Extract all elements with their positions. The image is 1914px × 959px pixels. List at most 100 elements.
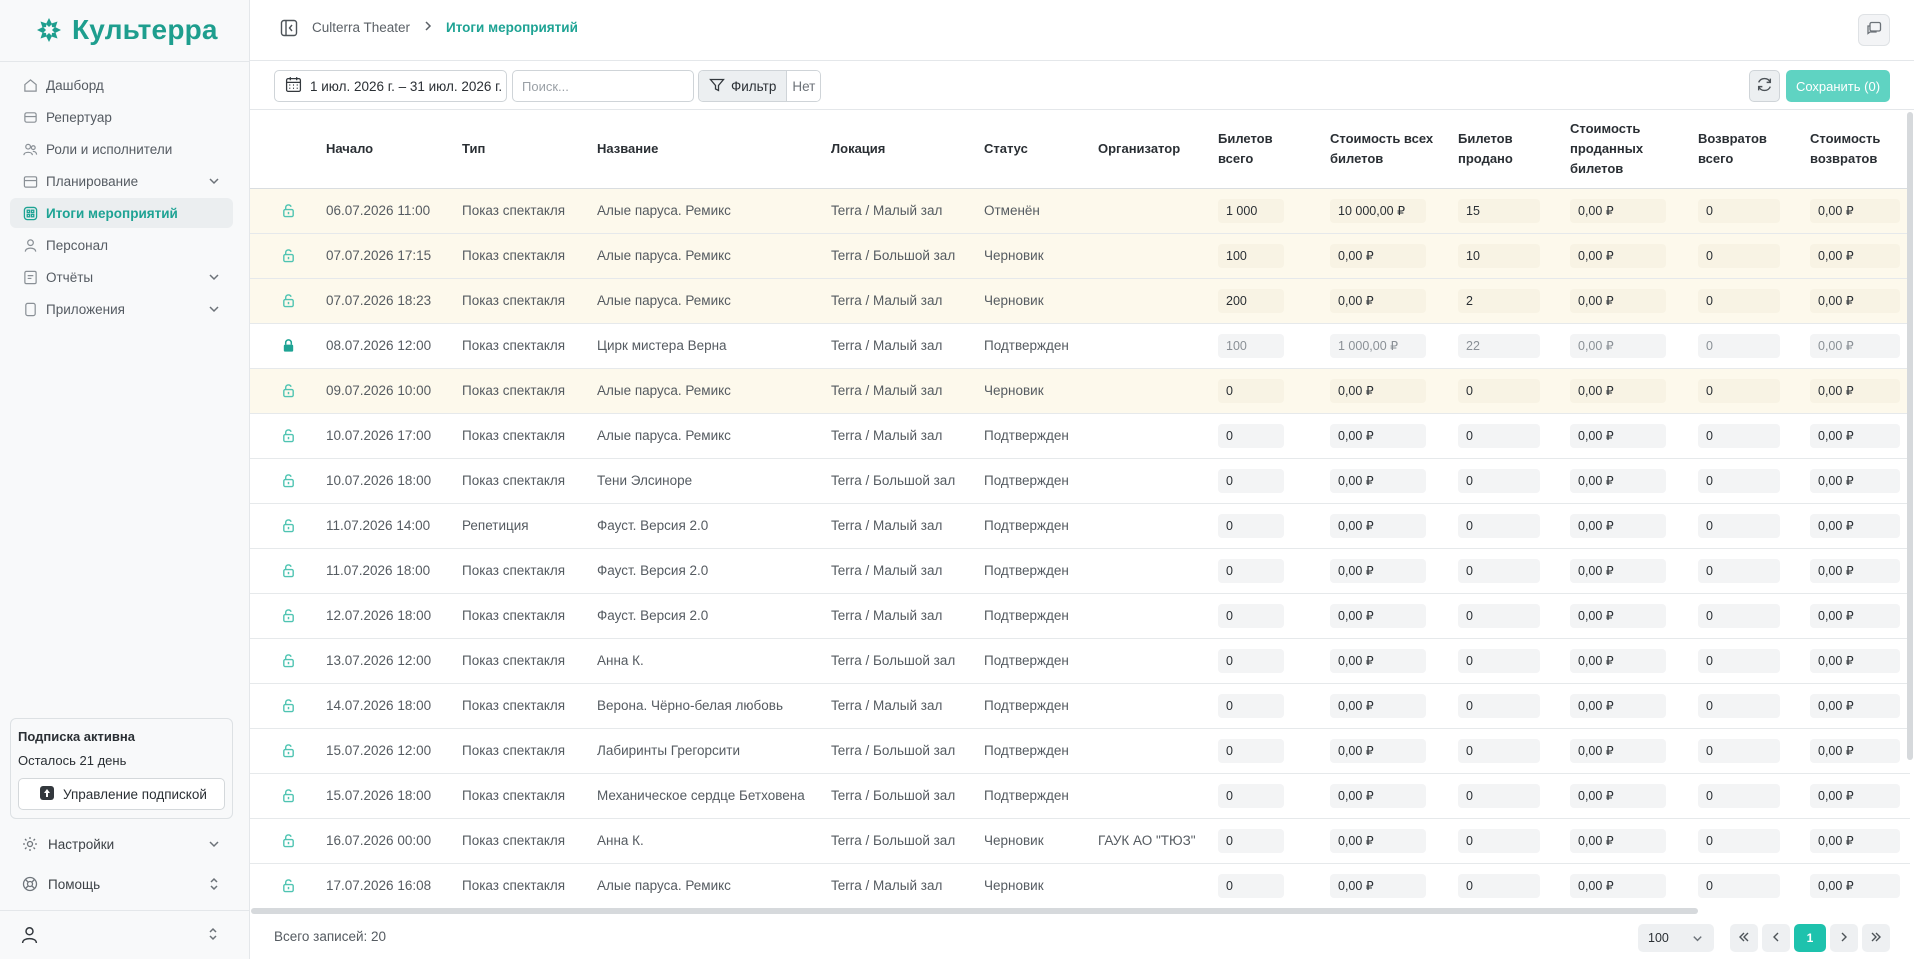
save-button[interactable]: Сохранить (0) xyxy=(1786,70,1890,102)
column-header-cost-returns[interactable]: Стоимость возвратов xyxy=(1810,111,1910,189)
chevron-down-icon[interactable] xyxy=(207,837,221,854)
tickets-sold-input[interactable]: 2 xyxy=(1458,288,1540,313)
table-row[interactable]: 07.07.2026 17:15 Показ спектакля Алые пару… xyxy=(250,233,1910,278)
event-name[interactable]: Анна К. xyxy=(597,818,831,863)
table-row[interactable]: 08.07.2026 12:00 Показ спектакля Цирк мист… xyxy=(250,323,1910,368)
returns-total-input[interactable]: 0 xyxy=(1698,828,1780,853)
returns-total-input[interactable]: 0 xyxy=(1698,243,1780,268)
cost-returns-input[interactable]: 0,00 ₽ xyxy=(1810,468,1900,493)
first-page-button[interactable] xyxy=(1730,924,1758,952)
table-row[interactable]: 12.07.2026 18:00 Показ спектакля Фауст. Ве… xyxy=(250,593,1910,638)
cost-sold-input[interactable]: 0,00 ₽ xyxy=(1570,738,1666,763)
returns-total-input[interactable]: 0 xyxy=(1698,648,1780,673)
tickets-sold-input[interactable]: 0 xyxy=(1458,513,1540,538)
table-row[interactable]: 17.07.2026 16:08 Показ спектакля Алые пару… xyxy=(250,863,1910,908)
tickets-total-input[interactable]: 0 xyxy=(1218,558,1284,583)
cost-sold-input[interactable]: 0,00 ₽ xyxy=(1570,198,1666,223)
cost-total-input[interactable]: 0,00 ₽ xyxy=(1330,468,1426,493)
cost-total-input[interactable]: 0,00 ₽ xyxy=(1330,873,1426,898)
chevron-updown-icon[interactable] xyxy=(207,877,221,894)
tickets-sold-input[interactable]: 10 xyxy=(1458,243,1540,268)
lock-open-icon[interactable] xyxy=(250,518,326,533)
cost-total-input[interactable]: 0,00 ₽ xyxy=(1330,693,1426,718)
cost-sold-input[interactable]: 0,00 ₽ xyxy=(1570,423,1666,448)
tickets-sold-input[interactable]: 0 xyxy=(1458,603,1540,628)
cost-returns-input[interactable]: 0,00 ₽ xyxy=(1810,558,1900,583)
breadcrumb-item-theater[interactable]: Culterra Theater xyxy=(312,20,410,35)
tickets-total-input[interactable]: 0 xyxy=(1218,828,1284,853)
tickets-total-input[interactable]: 0 xyxy=(1218,378,1284,403)
table-row[interactable]: 16.07.2026 00:00 Показ спектакля Анна К. Te… xyxy=(250,818,1910,863)
event-name[interactable]: Фауст. Версия 2.0 xyxy=(597,548,831,593)
table-row[interactable]: 14.07.2026 18:00 Показ спектакля Верона. Ч… xyxy=(250,683,1910,728)
tickets-sold-input[interactable]: 0 xyxy=(1458,648,1540,673)
event-name[interactable]: Анна К. xyxy=(597,638,831,683)
tickets-total-input[interactable]: 0 xyxy=(1218,468,1284,493)
cost-sold-input[interactable]: 0,00 ₽ xyxy=(1570,243,1666,268)
event-name[interactable]: Верона. Чёрно-белая любовь xyxy=(597,683,831,728)
tickets-total-input[interactable]: 0 xyxy=(1218,603,1284,628)
column-header-cost-sold[interactable]: Стоимость проданных билетов xyxy=(1570,111,1698,189)
sidebar-item-dashboard[interactable]: Дашборд xyxy=(10,70,233,100)
column-header-organizer[interactable]: Организатор xyxy=(1098,111,1218,189)
sidebar-item-settings[interactable]: Настройки xyxy=(10,829,233,859)
table-row[interactable]: 06.07.2026 11:00 Показ спектакля Алые пару… xyxy=(250,188,1910,233)
returns-total-input[interactable]: 0 xyxy=(1698,288,1780,313)
lock-open-icon[interactable] xyxy=(250,473,326,488)
lock-open-icon[interactable] xyxy=(250,698,326,713)
lock-open-icon[interactable] xyxy=(250,563,326,578)
lock-open-icon[interactable] xyxy=(250,248,326,263)
table-row[interactable]: 15.07.2026 12:00 Показ спектакля Лабиринты… xyxy=(250,728,1910,773)
tickets-total-input[interactable]: 0 xyxy=(1218,513,1284,538)
cost-returns-input[interactable]: 0,00 ₽ xyxy=(1810,198,1900,223)
cost-returns-input[interactable]: 0,00 ₽ xyxy=(1810,378,1900,403)
table-row[interactable]: 09.07.2026 10:00 Показ спектакля Алые пару… xyxy=(250,368,1910,413)
cost-total-input[interactable]: 10 000,00 ₽ xyxy=(1330,198,1426,223)
tickets-total-input[interactable]: 0 xyxy=(1218,738,1284,763)
tickets-sold-input[interactable]: 0 xyxy=(1458,558,1540,583)
filter-button[interactable]: Фильтр xyxy=(699,71,788,101)
column-header-tickets-sold[interactable]: Билетов продано xyxy=(1458,111,1570,189)
tickets-sold-input[interactable]: 15 xyxy=(1458,198,1540,223)
cost-sold-input[interactable]: 0,00 ₽ xyxy=(1570,288,1666,313)
returns-total-input[interactable]: 0 xyxy=(1698,423,1780,448)
tickets-total-input[interactable]: 200 xyxy=(1218,288,1284,313)
sidebar-collapse-icon[interactable] xyxy=(280,19,298,40)
cost-total-input[interactable]: 0,00 ₽ xyxy=(1330,513,1426,538)
cost-sold-input[interactable]: 0,00 ₽ xyxy=(1570,558,1666,583)
logo[interactable]: Культерра xyxy=(36,14,218,46)
cost-returns-input[interactable]: 0,00 ₽ xyxy=(1810,783,1900,808)
column-header-returns-total[interactable]: Возвратов всего xyxy=(1698,111,1810,189)
cost-total-input[interactable]: 0,00 ₽ xyxy=(1330,828,1426,853)
tickets-total-input[interactable]: 0 xyxy=(1218,648,1284,673)
tickets-sold-input[interactable]: 0 xyxy=(1458,693,1540,718)
returns-total-input[interactable]: 0 xyxy=(1698,693,1780,718)
sidebar-item-reports[interactable]: Отчёты xyxy=(10,262,233,292)
cost-returns-input[interactable]: 0,00 ₽ xyxy=(1810,603,1900,628)
messages-button[interactable] xyxy=(1858,14,1890,46)
event-name[interactable]: Фауст. Версия 2.0 xyxy=(597,593,831,638)
cost-returns-input[interactable]: 0,00 ₽ xyxy=(1810,243,1900,268)
tickets-total-input[interactable]: 0 xyxy=(1218,693,1284,718)
cost-total-input[interactable]: 0,00 ₽ xyxy=(1330,603,1426,628)
column-header-status[interactable]: Статус xyxy=(984,111,1098,189)
lock-open-icon[interactable] xyxy=(250,833,326,848)
cost-sold-input[interactable]: 0,00 ₽ xyxy=(1570,828,1666,853)
lock-open-icon[interactable] xyxy=(250,203,326,218)
cost-returns-input[interactable]: 0,00 ₽ xyxy=(1810,648,1900,673)
lock-open-icon[interactable] xyxy=(250,788,326,803)
returns-total-input[interactable]: 0 xyxy=(1698,378,1780,403)
column-header-start[interactable]: Начало xyxy=(326,111,462,189)
returns-total-input[interactable]: 0 xyxy=(1698,873,1780,898)
sidebar-item-event-results[interactable]: Итоги мероприятий xyxy=(10,198,233,228)
cost-sold-input[interactable]: 0,00 ₽ xyxy=(1570,783,1666,808)
returns-total-input[interactable]: 0 xyxy=(1698,783,1780,808)
last-page-button[interactable] xyxy=(1862,924,1890,952)
event-name[interactable]: Алые паруса. Ремикс xyxy=(597,233,831,278)
sidebar-item-help[interactable]: Помощь xyxy=(10,869,233,899)
table-row[interactable]: 11.07.2026 18:00 Показ спектакля Фауст. Ве… xyxy=(250,548,1910,593)
tickets-sold-input[interactable]: 0 xyxy=(1458,738,1540,763)
sidebar-item-apps[interactable]: Приложения xyxy=(10,294,233,324)
chevron-updown-icon[interactable] xyxy=(206,927,220,944)
event-name[interactable]: Алые паруса. Ремикс xyxy=(597,368,831,413)
